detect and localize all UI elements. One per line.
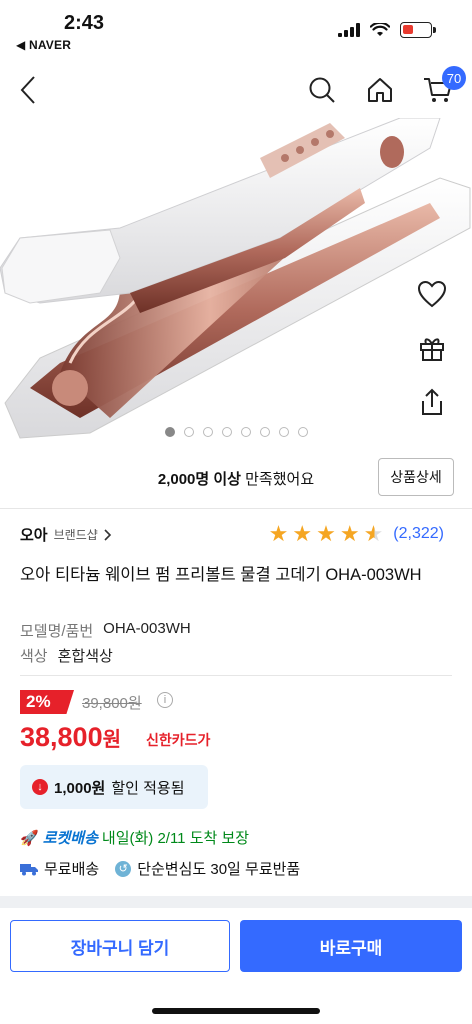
home-indicator[interactable] — [152, 1008, 320, 1014]
brand-name: 오아 — [20, 527, 48, 544]
status-bar: 2:43 ◀ NAVER — [0, 0, 472, 56]
pagination-dot[interactable] — [183, 427, 194, 437]
search-icon[interactable] — [304, 72, 340, 108]
pagination-dot[interactable] — [278, 427, 289, 437]
back-to-app-link[interactable]: ◀ NAVER — [16, 38, 71, 52]
star-icon: ★ — [339, 521, 360, 546]
coupon-suffix: 할인 적용됨 — [111, 779, 185, 797]
divider — [0, 508, 472, 509]
product-title: 오아 티타늄 웨이브 펌 프리볼트 물결 고데기 OHA-003WH — [20, 566, 422, 584]
pagination-dot[interactable] — [202, 427, 213, 437]
info-icon[interactable]: i — [157, 692, 173, 708]
arrival-guarantee: 내일(화) 2/11 도착 보장 — [101, 830, 250, 847]
signal-icon — [338, 23, 360, 37]
satisfaction-suffix: 만족했어요 — [240, 471, 315, 488]
status-time: 2:43 — [64, 12, 105, 34]
pagination-dot[interactable] — [221, 427, 232, 437]
brand-shop-label: 브랜드샵 — [53, 528, 98, 542]
shipping-row: 무료배송 ↺ 단순변심도 30일 무료반품 — [20, 858, 300, 879]
star-icon: ★ — [292, 521, 313, 546]
model-row: 모델명/품번 OHA-003WH — [20, 620, 191, 641]
model-value: OHA-003WH — [103, 620, 191, 637]
rocket-delivery-row: 🚀 로켓배송 내일(화) 2/11 도착 보장 — [20, 827, 249, 848]
return-icon: ↺ — [115, 860, 132, 877]
model-label: 모델명/품번 — [20, 623, 94, 640]
card-price-label[interactable]: 신한카드가 — [146, 730, 210, 750]
back-icon[interactable] — [10, 72, 46, 108]
rocket-delivery-label: 로켓배송 — [42, 830, 98, 847]
top-nav — [0, 64, 472, 120]
color-value: 혼합색상 — [57, 648, 113, 665]
gift-icon[interactable] — [416, 332, 448, 364]
rating-summary[interactable]: ★ ★ ★ ★ ★ (2,322) — [269, 523, 444, 545]
add-to-cart-button[interactable]: 장바구니 담기 — [10, 920, 230, 972]
truck-icon — [20, 863, 38, 875]
free-shipping-tag: 무료배송 — [20, 858, 99, 879]
satisfaction-row: 2,000명 이상 만족했어요 상품상세 — [0, 458, 472, 498]
down-arrow-icon: ↓ — [32, 779, 48, 795]
wifi-icon — [370, 23, 390, 36]
image-pagination-dots[interactable] — [0, 427, 472, 437]
image-side-actions — [416, 278, 448, 418]
sale-price-unit: 원 — [102, 729, 121, 751]
product-photo — [0, 118, 471, 439]
color-row: 색상 혼합색상 — [20, 645, 113, 666]
original-price: 39,800원 — [82, 695, 142, 712]
sale-price-number: 38,800 — [20, 722, 103, 752]
free-shipping-label: 무료배송 — [44, 861, 100, 878]
star-icon: ★ — [316, 521, 336, 546]
review-count[interactable]: (2,322) — [393, 525, 444, 543]
free-return-label: 단순변심도 30일 무료반품 — [137, 861, 301, 878]
product-detail-button[interactable]: 상품상세 — [378, 458, 454, 496]
sale-price: 38,800원 — [20, 722, 121, 753]
color-label: 색상 — [20, 648, 48, 665]
product-image[interactable] — [0, 118, 472, 443]
coupon-amount: 1,000원 — [54, 779, 106, 797]
cart-count-badge: 70 — [442, 66, 466, 90]
share-icon[interactable] — [416, 386, 448, 418]
half-star-icon: ★ — [363, 521, 384, 546]
system-icons — [338, 22, 436, 38]
battery-icon — [400, 22, 436, 38]
star-icon: ★ — [268, 521, 289, 546]
discount-badge: 2% — [20, 690, 74, 714]
pagination-dot[interactable] — [297, 427, 308, 437]
brand-shop-link[interactable]: 오아 브랜드샵 — [20, 524, 112, 545]
home-icon[interactable] — [362, 72, 398, 108]
divider — [20, 675, 452, 676]
coupon-applied-box: ↓ 1,000원 할인 적용됨 — [20, 765, 208, 809]
section-separator — [0, 896, 472, 908]
pagination-dot[interactable] — [259, 427, 270, 437]
pagination-dot[interactable] — [164, 427, 175, 437]
pagination-dot[interactable] — [240, 427, 251, 437]
buy-now-button[interactable]: 바로구매 — [240, 920, 462, 972]
rocket-icon: 🚀 — [20, 829, 39, 847]
heart-icon[interactable] — [416, 278, 448, 310]
bottom-action-bar: 장바구니 담기 바로구매 — [0, 908, 472, 1024]
chevron-right-icon — [104, 528, 111, 541]
satisfaction-count: 2,000명 이상 — [157, 471, 241, 488]
